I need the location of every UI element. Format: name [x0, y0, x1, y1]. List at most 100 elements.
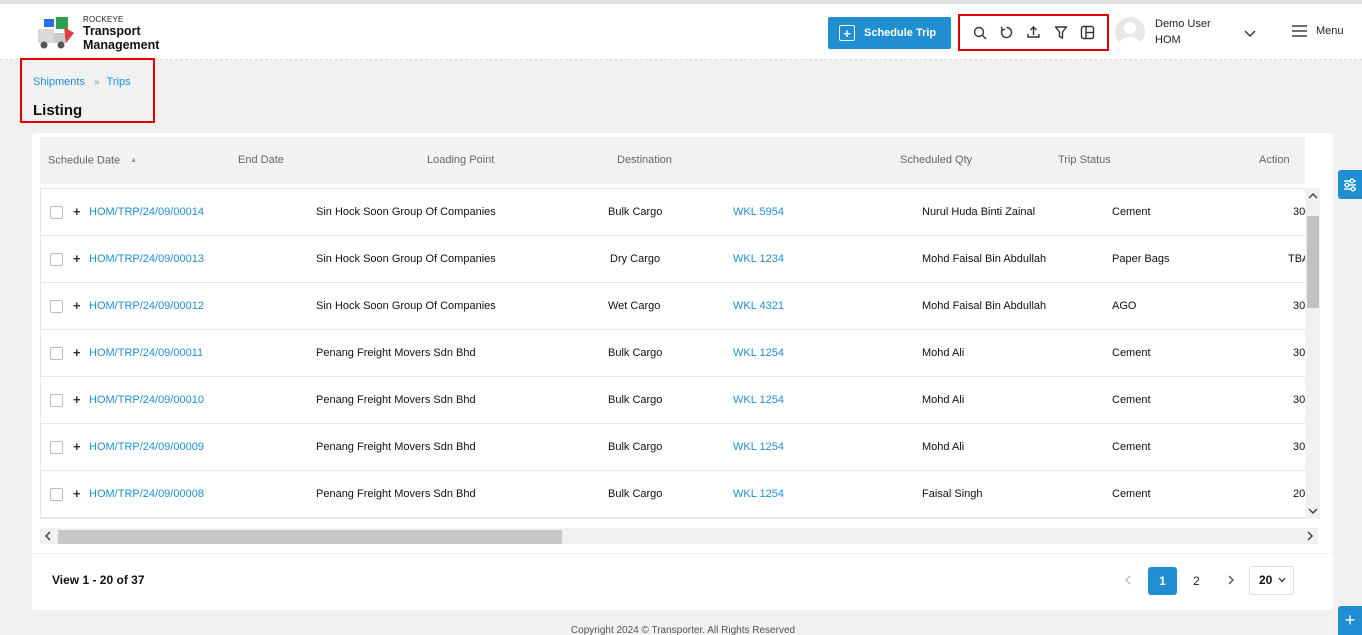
vehicle-link[interactable]: WKL 1254 — [733, 424, 784, 470]
trip-id-link[interactable]: HOM/TRP/24/09/00011 — [89, 330, 203, 376]
page-size-select[interactable]: 20 — [1249, 566, 1294, 595]
table-row[interactable]: + HOM/TRP/24/09/00009 Penang Freight Mov… — [41, 424, 1317, 471]
breadcrumb-shipments[interactable]: Shipments — [33, 76, 85, 88]
vertical-scroll-thumb[interactable] — [1307, 216, 1319, 308]
product-cell: Cement — [1112, 441, 1151, 453]
driver-cell: Mohd Ali — [922, 394, 965, 406]
page-button-2[interactable]: 2 — [1182, 567, 1211, 595]
row-checkbox[interactable] — [50, 394, 63, 407]
column-header-loading-point[interactable]: Loading Point — [427, 137, 494, 184]
trip-id-link[interactable]: HOM/TRP/24/09/00010 — [89, 377, 204, 423]
chevron-down-icon — [1278, 577, 1286, 583]
sliders-icon — [1344, 178, 1356, 191]
table-row[interactable]: + HOM/TRP/24/09/00010 Penang Freight Mov… — [41, 377, 1317, 424]
trip-id-link[interactable]: HOM/TRP/24/09/00008 — [89, 471, 204, 517]
cargo-cell: Dry Cargo — [610, 253, 661, 265]
trip-id-link[interactable]: HOM/TRP/24/09/00009 — [89, 424, 204, 470]
brand-logo-icon — [36, 15, 76, 51]
trip-id-link[interactable]: HOM/TRP/24/09/00013 — [89, 236, 204, 282]
vehicle-link[interactable]: WKL 4321 — [733, 283, 784, 329]
expand-icon[interactable]: + — [73, 424, 81, 470]
trip-id-link[interactable]: HOM/TRP/24/09/00014 — [89, 189, 204, 235]
expand-icon[interactable]: + — [73, 236, 81, 282]
scroll-left-icon[interactable] — [43, 531, 53, 541]
app-header: ROCKEYE Transport Management + Schedule … — [0, 4, 1362, 60]
brand-small-text: ROCKEYE — [83, 15, 124, 24]
product-cell: Cement — [1112, 394, 1151, 406]
expand-icon[interactable]: + — [73, 283, 81, 329]
column-header-trip-status[interactable]: Trip Status — [1058, 137, 1111, 184]
settings-sliders-button[interactable] — [1338, 170, 1362, 199]
breadcrumb-area: Shipments » Trips Listing — [20, 58, 155, 123]
product-cell: Cement — [1112, 347, 1151, 359]
toolbar-actions — [958, 14, 1109, 51]
user-name: Demo User — [1155, 18, 1211, 30]
menu-button[interactable]: Menu — [1292, 25, 1344, 37]
brand-title: Transport Management — [83, 24, 159, 52]
floating-add-button[interactable]: + — [1338, 606, 1362, 635]
breadcrumb-trips[interactable]: Trips — [107, 76, 131, 88]
horizontal-scrollbar[interactable] — [40, 528, 1318, 544]
scroll-up-icon[interactable] — [1308, 191, 1318, 201]
expand-icon[interactable]: + — [73, 377, 81, 423]
vehicle-link[interactable]: WKL 1254 — [733, 377, 784, 423]
column-header-destination[interactable]: Destination — [617, 137, 672, 184]
schedule-trip-button[interactable]: + Schedule Trip — [828, 17, 951, 49]
product-cell: AGO — [1112, 300, 1137, 312]
row-checkbox[interactable] — [50, 206, 63, 219]
avatar[interactable] — [1115, 17, 1145, 47]
table-header: Schedule Date ▲ End Date Loading Point De… — [40, 137, 1305, 184]
trip-id-link[interactable]: HOM/TRP/24/09/00012 — [89, 283, 204, 329]
filter-icon[interactable] — [1052, 24, 1070, 42]
vehicle-link[interactable]: WKL 1254 — [733, 330, 784, 376]
cargo-cell: Bulk Cargo — [608, 347, 663, 359]
table-row[interactable]: + HOM/TRP/24/09/00011 Penang Freight Mov… — [41, 330, 1317, 377]
sort-icon[interactable]: ▲ — [130, 137, 137, 184]
page-title: Listing — [33, 102, 83, 119]
row-checkbox[interactable] — [50, 488, 63, 501]
column-header-action[interactable]: Action — [1259, 137, 1290, 184]
scroll-down-icon[interactable] — [1308, 506, 1318, 516]
vertical-scrollbar[interactable] — [1305, 188, 1320, 519]
plus-icon: + — [839, 25, 855, 41]
column-header-end-date[interactable]: End Date — [238, 137, 284, 184]
chevron-left-icon[interactable] — [1122, 574, 1134, 586]
upload-icon[interactable] — [1025, 24, 1043, 42]
product-cell: Cement — [1112, 206, 1151, 218]
table-row[interactable]: + HOM/TRP/24/09/00014 Sin Hock Soon Grou… — [41, 189, 1317, 236]
column-header-schedule-date[interactable]: Schedule Date ▲ — [48, 137, 137, 184]
footer-copyright: Copyright 2024 © Transporter. All Rights… — [570, 625, 796, 635]
page-button-1[interactable]: 1 — [1148, 567, 1177, 595]
company-cell: Sin Hock Soon Group Of Companies — [316, 206, 496, 218]
table-row[interactable]: + HOM/TRP/24/09/00013 Sin Hock Soon Grou… — [41, 236, 1317, 283]
column-header-scheduled-qty[interactable]: Scheduled Qty — [900, 137, 972, 184]
vehicle-link[interactable]: WKL 1234 — [733, 236, 784, 282]
table-row[interactable]: + HOM/TRP/24/09/00012 Sin Hock Soon Grou… — [41, 283, 1317, 330]
hamburger-icon — [1292, 25, 1307, 37]
row-checkbox[interactable] — [50, 347, 63, 360]
refresh-icon[interactable] — [998, 24, 1016, 42]
expand-icon[interactable]: + — [73, 330, 81, 376]
row-checkbox[interactable] — [50, 253, 63, 266]
row-checkbox[interactable] — [50, 300, 63, 313]
scroll-right-icon[interactable] — [1305, 531, 1315, 541]
chevron-right-icon[interactable] — [1225, 574, 1237, 586]
company-cell: Penang Freight Movers Sdn Bhd — [316, 441, 476, 453]
company-cell: Penang Freight Movers Sdn Bhd — [316, 347, 476, 359]
vehicle-link[interactable]: WKL 5954 — [733, 189, 784, 235]
driver-cell: Mohd Faisal Bin Abdullah — [922, 300, 1047, 312]
page-size-value: 20 — [1259, 573, 1273, 587]
product-cell: Paper Bags — [1112, 253, 1170, 265]
vehicle-link[interactable]: WKL 1254 — [733, 471, 784, 517]
expand-icon[interactable]: + — [73, 471, 81, 517]
breadcrumb: Shipments » Trips — [33, 76, 131, 88]
search-icon[interactable] — [971, 24, 989, 42]
user-org: HOM — [1155, 34, 1181, 46]
chevron-down-icon[interactable] — [1243, 26, 1257, 37]
row-checkbox[interactable] — [50, 441, 63, 454]
horizontal-scroll-thumb[interactable] — [58, 530, 562, 544]
table-row[interactable]: + HOM/TRP/24/09/00008 Penang Freight Mov… — [41, 471, 1317, 518]
columns-icon[interactable] — [1079, 24, 1097, 42]
column-header-label: Schedule Date — [48, 154, 121, 167]
expand-icon[interactable]: + — [73, 189, 81, 235]
